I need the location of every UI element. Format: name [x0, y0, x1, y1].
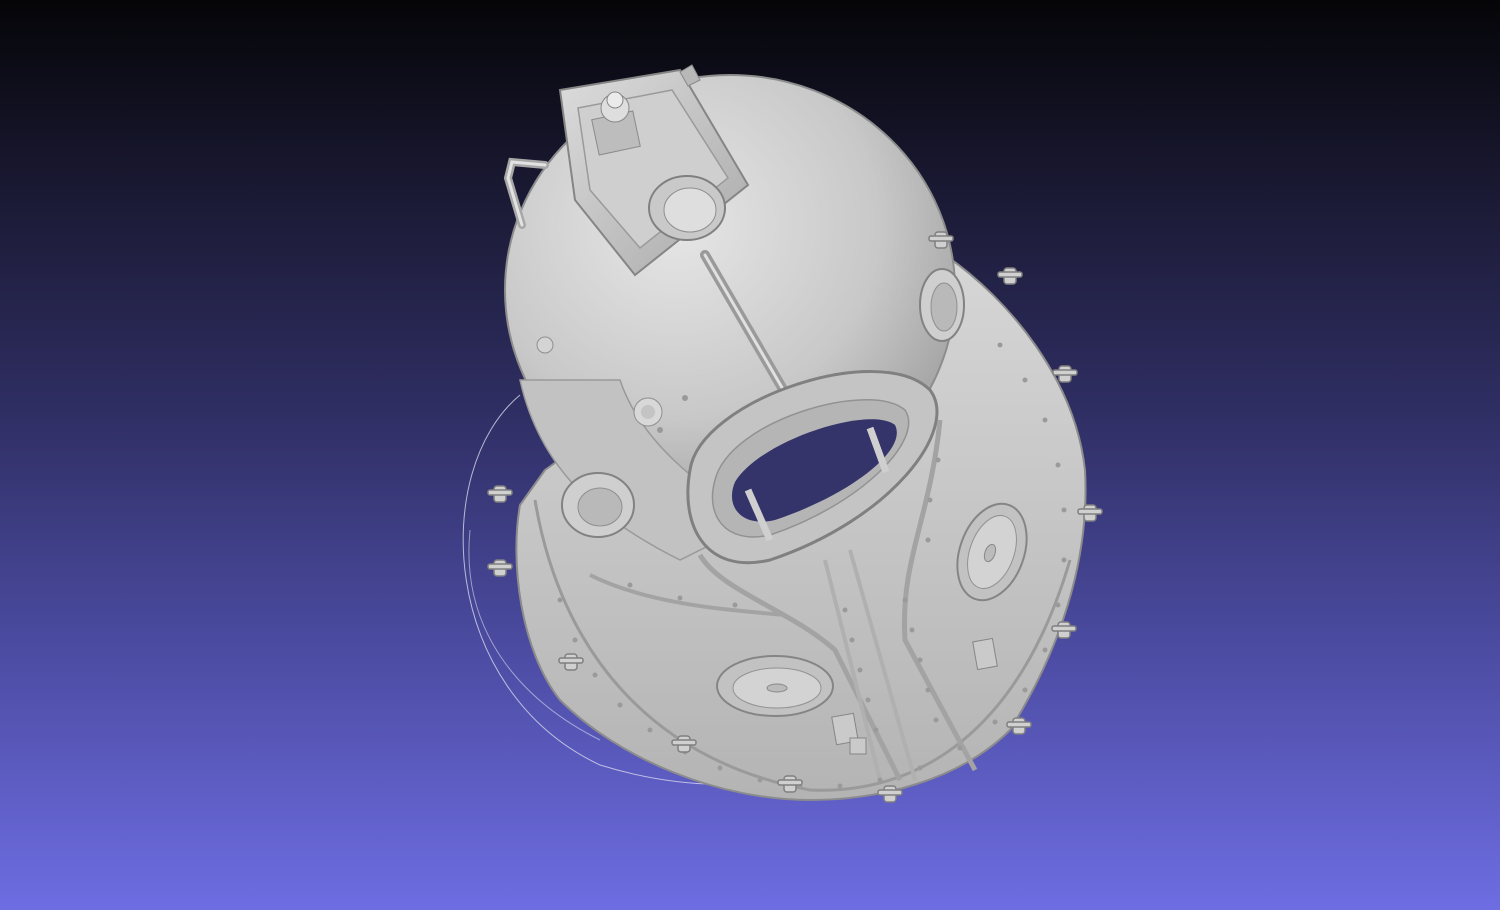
- side-porthole-right: [919, 268, 965, 342]
- 3d-viewport[interactable]: [0, 0, 1500, 910]
- helmet-model[interactable]: [0, 0, 1500, 910]
- chest-porthole-left: [716, 655, 834, 717]
- side-porthole-left: [561, 472, 635, 538]
